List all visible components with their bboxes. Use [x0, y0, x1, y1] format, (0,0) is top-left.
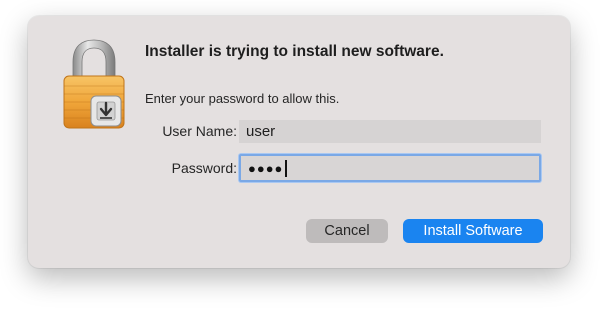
- dialog-message: Enter your password to allow this.: [145, 91, 340, 106]
- install-software-button[interactable]: Install Software: [403, 219, 543, 243]
- text-caret: [285, 159, 287, 177]
- username-field[interactable]: user: [239, 120, 541, 143]
- password-label: Password:: [171, 160, 237, 176]
- username-value: user: [246, 123, 276, 140]
- dialog-title: Installer is trying to install new softw…: [145, 43, 444, 60]
- cancel-button[interactable]: Cancel: [306, 219, 388, 243]
- password-field[interactable]: ●●●●: [239, 154, 541, 182]
- username-label: User Name:: [162, 123, 237, 139]
- authentication-dialog: Installer is trying to install new softw…: [28, 16, 570, 268]
- password-value: ●●●●: [248, 160, 284, 176]
- lock-icon: [63, 39, 125, 129]
